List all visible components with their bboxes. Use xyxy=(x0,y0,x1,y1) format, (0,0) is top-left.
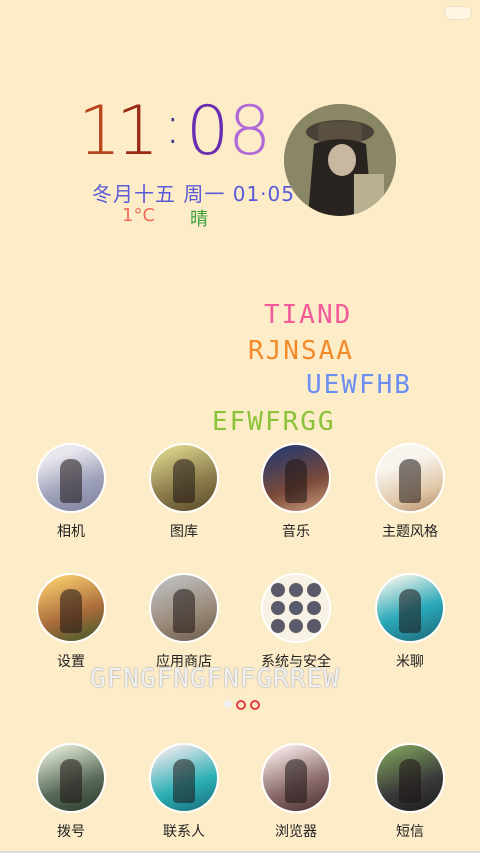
temperature-text: 1°C xyxy=(122,205,156,226)
app-music[interactable]: 音乐 xyxy=(246,445,346,541)
app-label: 短信 xyxy=(396,824,424,840)
music-icon xyxy=(263,445,329,511)
clock-minute-ones: 8 xyxy=(228,92,272,171)
app-miliao[interactable]: 米聊 xyxy=(360,575,460,671)
app-browser[interactable]: 浏览器 xyxy=(246,745,346,841)
clock-hour-tens: 1 xyxy=(78,92,122,171)
theme-icon xyxy=(377,445,443,511)
app-contacts[interactable]: 联系人 xyxy=(134,745,234,841)
app-label: 主题风格 xyxy=(382,524,438,540)
app-label: 图库 xyxy=(170,524,198,540)
clock-hour-ones: 1 xyxy=(116,92,160,171)
app-label: 浏览器 xyxy=(275,824,317,840)
security-icon xyxy=(263,575,329,641)
app-settings[interactable]: 设置 xyxy=(21,575,121,671)
app-label: 联系人 xyxy=(163,824,205,840)
contacts-icon xyxy=(151,745,217,811)
weather-text: 晴 xyxy=(190,209,208,230)
word-1: TIAND xyxy=(264,300,353,330)
app-store[interactable]: 应用商店 xyxy=(134,575,234,671)
page-dot-active xyxy=(236,700,246,710)
profile-avatar[interactable] xyxy=(284,104,396,216)
word-3: UEWFHB xyxy=(306,370,412,400)
miliao-icon xyxy=(377,575,443,641)
app-dialer[interactable]: 拨号 xyxy=(21,745,121,841)
dialer-icon xyxy=(38,745,104,811)
camera-icon xyxy=(38,445,104,511)
word-4: EFWFRGG xyxy=(212,407,336,437)
settings-icon xyxy=(38,575,104,641)
app-label: 米聊 xyxy=(396,654,424,670)
date-text: 冬月十五 周一 01·05 xyxy=(92,182,295,206)
page-dot xyxy=(224,700,232,708)
app-camera[interactable]: 相机 xyxy=(21,445,121,541)
status-indicator xyxy=(444,6,472,20)
app-label: 相机 xyxy=(57,524,85,540)
clock-minute-tens: 0 xyxy=(186,92,230,171)
app-security[interactable]: 系统与安全 xyxy=(246,575,346,671)
browser-icon xyxy=(263,745,329,811)
app-theme[interactable]: 主题风格 xyxy=(360,445,460,541)
app-label: 拨号 xyxy=(57,824,85,840)
clock-colon: : xyxy=(164,96,182,156)
word-2: RJNSAA xyxy=(248,336,354,366)
overlay-text: GFNGFNGFNFGRREW xyxy=(90,664,340,694)
app-store-icon xyxy=(151,575,217,641)
app-label: 音乐 xyxy=(282,524,310,540)
app-messages[interactable]: 短信 xyxy=(360,745,460,841)
app-gallery[interactable]: 图库 xyxy=(134,445,234,541)
page-dot xyxy=(250,700,260,710)
messages-icon xyxy=(377,745,443,811)
gallery-icon xyxy=(151,445,217,511)
